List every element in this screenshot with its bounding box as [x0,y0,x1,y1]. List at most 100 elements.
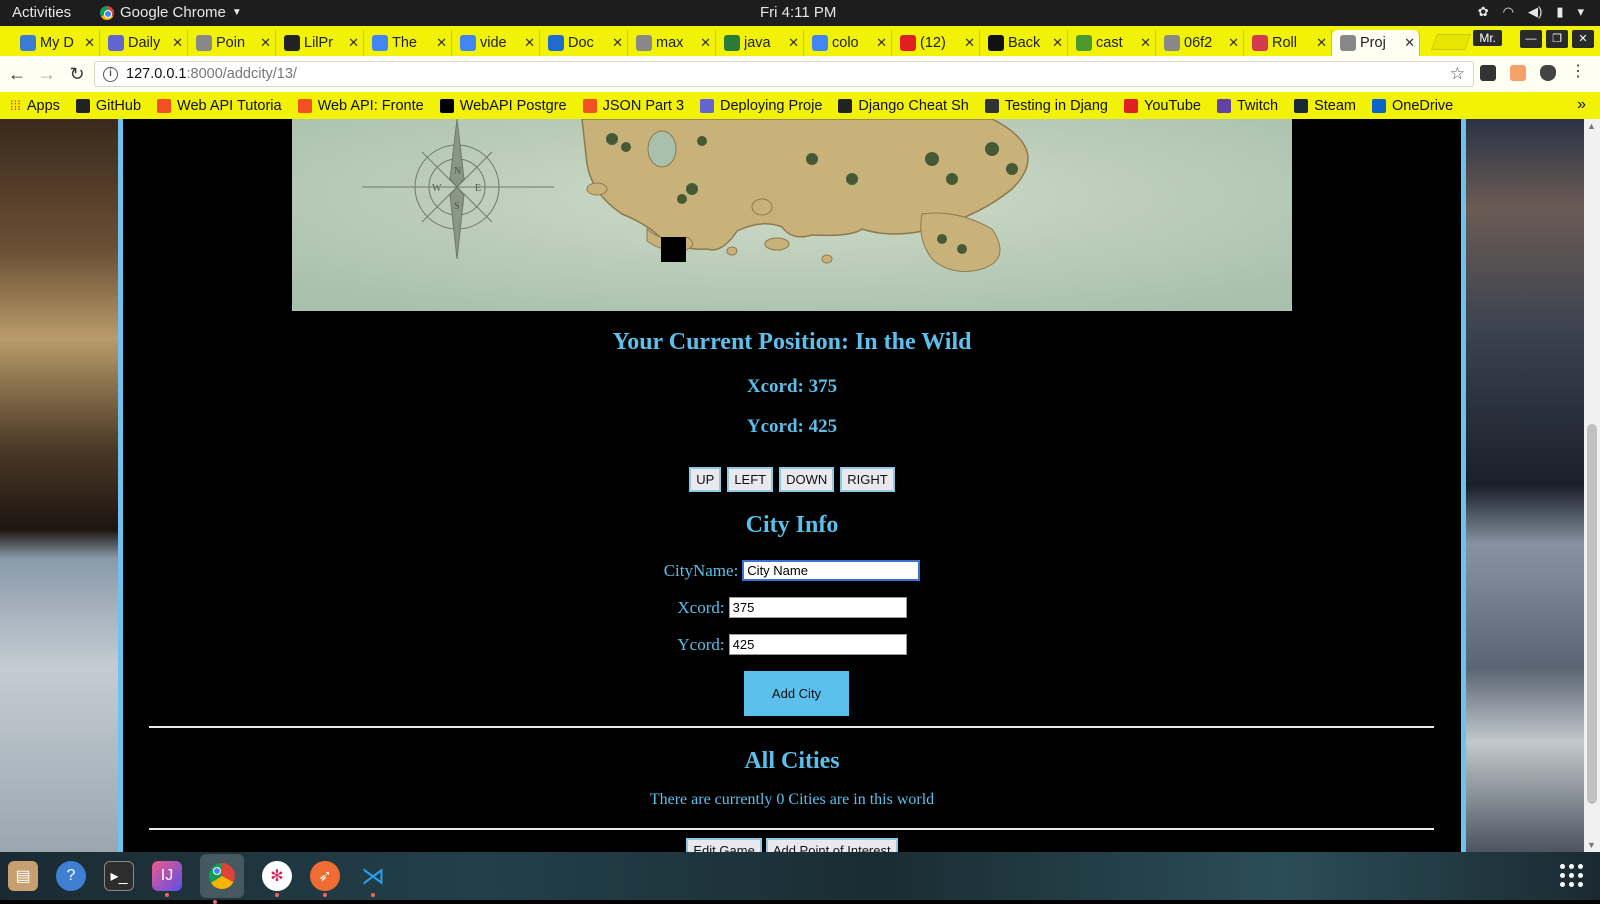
browser-tab[interactable]: java ✕ [716,30,804,56]
help-icon[interactable]: ? [56,861,86,891]
app-menu[interactable]: Google Chrome ▼ [100,4,242,21]
battery-icon[interactable]: ▮ [1556,4,1563,20]
edit-game-button[interactable]: Edit Game [686,838,762,852]
ycord-input[interactable] [728,634,907,655]
new-tab-button[interactable] [1431,34,1471,50]
browser-tab[interactable]: max ✕ [628,30,716,56]
scrollbar-thumb[interactable] [1587,424,1597,804]
close-icon[interactable]: ✕ [1572,30,1594,48]
scroll-up-icon[interactable]: ▲ [1587,121,1596,131]
compass-n: N [454,166,461,177]
kebab-menu-icon[interactable]: ⋮ [1570,64,1586,81]
tab-close-icon[interactable]: ✕ [788,35,799,51]
cities-count-text: There are currently 0 Cities are in this… [649,791,935,808]
bookmark-item[interactable]: Testing in Djang [984,98,1108,114]
clock[interactable]: Fri 4:11 PM [760,4,836,21]
browser-tab[interactable]: My D ✕ [12,30,100,56]
maximize-icon[interactable]: ❐ [1546,30,1568,48]
profile-button[interactable]: Mr. [1473,30,1502,46]
bookmark-item[interactable]: YouTube [1124,98,1201,114]
power-menu-icon[interactable]: ▾ [1577,4,1584,20]
bookmark-item[interactable]: Django Cheat Sh [838,98,969,114]
bookmark-item[interactable]: WebAPI Postgre [439,98,567,114]
system-tray[interactable]: ✿ ◠ ◀) ▮ ▾ [1478,4,1584,20]
browser-tab[interactable]: Back ✕ [980,30,1068,56]
volume-icon[interactable]: ◀) [1528,4,1542,20]
back-arrow-icon[interactable]: ← [4,64,30,85]
browser-tab[interactable]: Daily ✕ [100,30,188,56]
move-up-button[interactable]: UP [689,467,722,492]
terminal-icon[interactable]: ▸_ [104,861,134,891]
tab-close-icon[interactable]: ✕ [1140,35,1151,51]
browser-tab[interactable]: vide ✕ [452,30,540,56]
tab-close-icon[interactable]: ✕ [1316,35,1327,51]
xcord-input[interactable] [728,597,907,618]
bookmark-item[interactable]: OneDrive [1372,98,1453,114]
bookmark-item[interactable]: JSON Part 3 [582,98,684,114]
browser-tab[interactable]: Proj ✕ [1332,30,1420,56]
tab-close-icon[interactable]: ✕ [1052,35,1063,51]
move-right-button[interactable]: RIGHT [840,467,895,492]
browser-tab[interactable]: colo ✕ [804,30,892,56]
add-city-button[interactable]: Add City [744,671,849,716]
cityname-row: CityName: [123,560,1461,581]
tab-close-icon[interactable]: ✕ [612,35,623,51]
tab-close-icon[interactable]: ✕ [700,35,711,51]
info-icon[interactable]: i [103,66,118,82]
address-bar[interactable]: i 127.0.0.1:8000/addcity/13/ ☆ [94,61,1474,87]
intellij-icon[interactable]: IJ [152,861,182,897]
tab-close-icon[interactable]: ✕ [524,35,535,51]
bookmark-item[interactable]: Twitch [1216,98,1278,114]
browser-tab[interactable]: LilPr ✕ [276,30,364,56]
files-icon[interactable]: ▤ [8,861,38,891]
move-down-button[interactable]: DOWN [779,467,835,492]
more-bookmarks-icon[interactable]: » [1577,96,1586,114]
slack-tray-icon[interactable]: ✿ [1478,4,1489,20]
show-applications-icon[interactable] [1560,864,1584,888]
bookmark-item[interactable]: Web API Tutoria [157,98,282,114]
activities-button[interactable]: Activities [12,4,71,21]
browser-tab[interactable]: The ✕ [364,30,452,56]
tab-close-icon[interactable]: ✕ [876,35,887,51]
fox-extension-icon[interactable] [1510,65,1526,81]
bookmark-apps[interactable]: ⁞⁞⁞ Apps [10,98,60,114]
cityname-input[interactable] [742,560,921,581]
extension-icons: ⋮ [1480,64,1586,81]
minimize-icon[interactable]: — [1520,30,1542,48]
bookmark-item[interactable]: Steam [1294,98,1356,114]
add-poi-button[interactable]: Add Point of Interest [765,838,898,852]
postman-icon[interactable]: ➶ [310,861,340,897]
browser-tab[interactable]: (12) ✕ [892,30,980,56]
browser-tab[interactable]: Roll ✕ [1244,30,1332,56]
tab-close-icon[interactable]: ✕ [348,35,359,51]
bookmark-item[interactable]: Web API: Fronte [297,98,424,114]
browser-tab[interactable]: Poin ✕ [188,30,276,56]
tab-close-icon[interactable]: ✕ [436,35,447,51]
slack-icon[interactable]: ✻ [262,861,292,897]
page-scrollbar[interactable]: ▲ ▼ [1584,119,1600,852]
browser-toolbar: ← → ↻ i 127.0.0.1:8000/addcity/13/ ☆ ⋮ [0,56,1600,92]
tab-close-icon[interactable]: ✕ [172,35,183,51]
shield-extension-icon[interactable] [1540,65,1556,81]
compass-w: W [432,183,442,194]
bookmark-star-icon[interactable]: ☆ [1450,64,1465,84]
browser-tab[interactable]: Doc ✕ [540,30,628,56]
browser-tab[interactable]: 06f2 ✕ [1156,30,1244,56]
move-left-button[interactable]: LEFT [727,467,774,492]
forward-arrow-icon[interactable]: → [34,64,60,85]
browser-tab[interactable]: cast ✕ [1068,30,1156,56]
chrome-dock-icon[interactable] [200,854,244,904]
tab-close-icon[interactable]: ✕ [964,35,975,51]
apps-grid-icon: ⁞⁞⁞ [10,98,21,113]
tab-close-icon[interactable]: ✕ [1228,35,1239,51]
bookmark-item[interactable]: Deploying Proje [700,98,822,114]
reload-icon[interactable]: ↻ [64,64,90,85]
tab-close-icon[interactable]: ✕ [260,35,271,51]
vscode-icon[interactable]: ⋊ [358,861,388,897]
bookmark-item[interactable]: GitHub [75,98,141,114]
scroll-down-icon[interactable]: ▼ [1587,840,1596,850]
printer-extension-icon[interactable] [1480,65,1496,81]
tab-close-icon[interactable]: ✕ [84,35,95,51]
wifi-icon[interactable]: ◠ [1503,4,1514,20]
tab-close-icon[interactable]: ✕ [1404,35,1415,51]
